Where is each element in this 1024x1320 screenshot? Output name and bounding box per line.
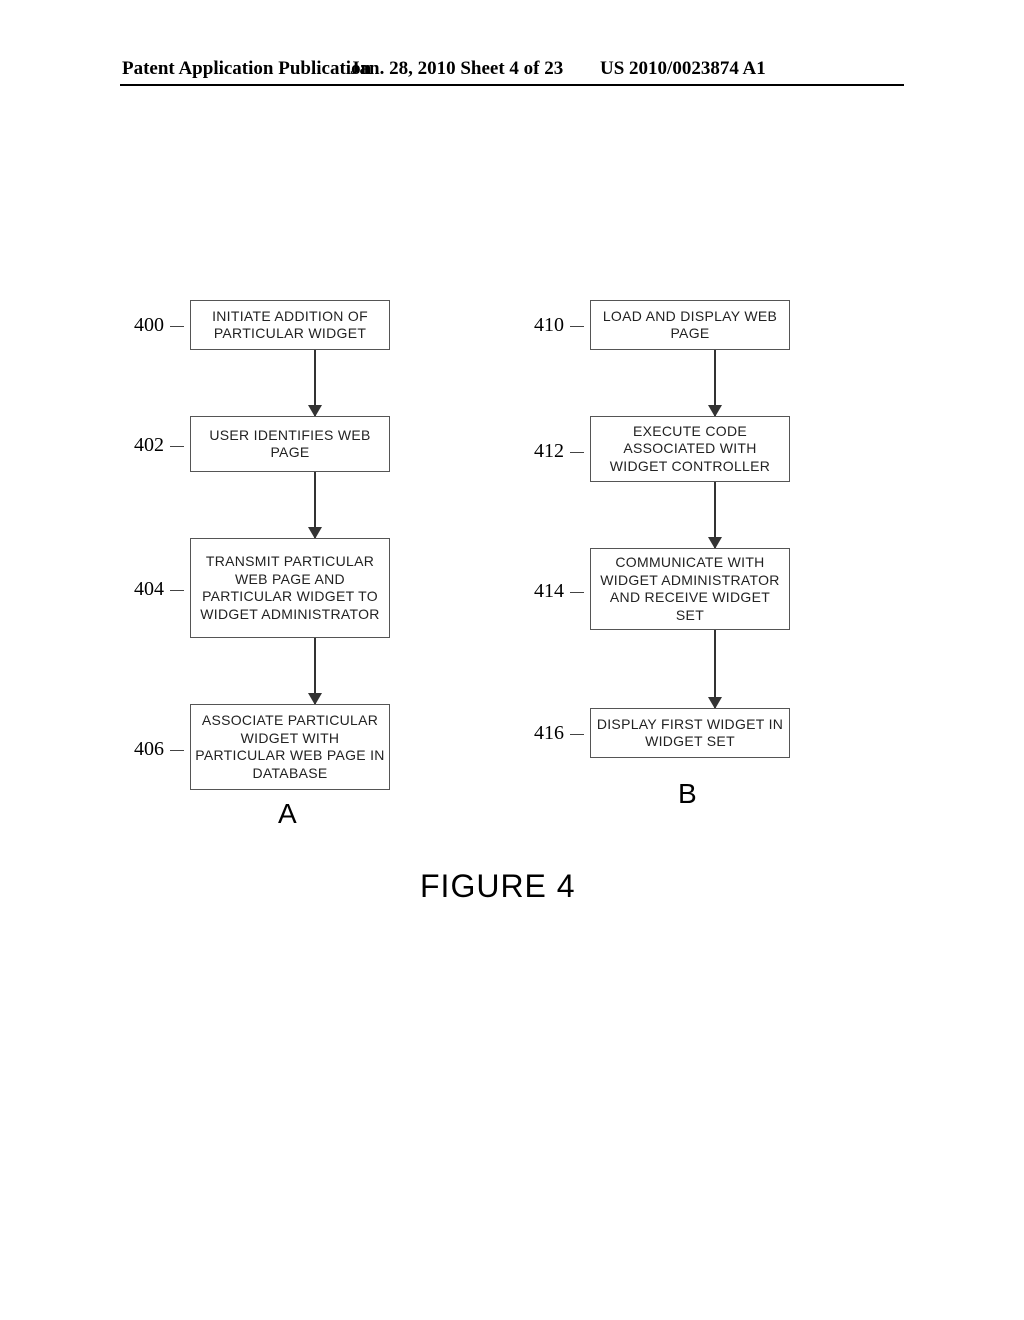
step-ref-404: 404: [134, 578, 164, 601]
flowchart-column-a: 400 INITIATE ADDITION OF PARTICULAR WIDG…: [140, 300, 440, 790]
header-center: Jan. 28, 2010 Sheet 4 of 23: [350, 58, 563, 80]
arrow-down-icon: [314, 350, 316, 416]
flowchart-column-b: 410 LOAD AND DISPLAY WEB PAGE 412 EXECUT…: [540, 300, 840, 758]
step-text: EXECUTE CODE ASSOCIATED WITH WIDGET CONT…: [595, 423, 785, 476]
step-text: INITIATE ADDITION OF PARTICULAR WIDGET: [195, 308, 385, 343]
step-box-410: LOAD AND DISPLAY WEB PAGE: [590, 300, 790, 350]
step-text: COMMUNICATE WITH WIDGET ADMINISTRATOR AN…: [595, 554, 785, 624]
header-rule: [120, 84, 904, 86]
step-text: USER IDENTIFIES WEB PAGE: [195, 427, 385, 462]
ref-tick: [170, 326, 184, 327]
step-box-404: TRANSMIT PARTICULAR WEB PAGE AND PARTICU…: [190, 538, 390, 638]
ref-tick: [170, 446, 184, 447]
column-label-a: A: [278, 798, 297, 830]
header-right: US 2010/0023874 A1: [600, 58, 766, 80]
step-text: ASSOCIATE PARTICULAR WIDGET WITH PARTICU…: [195, 712, 385, 782]
step-ref-402: 402: [134, 434, 164, 457]
step-ref-414: 414: [534, 580, 564, 603]
ref-tick: [170, 590, 184, 591]
step-ref-400: 400: [134, 314, 164, 337]
step-ref-410: 410: [534, 314, 564, 337]
step-box-412: EXECUTE CODE ASSOCIATED WITH WIDGET CONT…: [590, 416, 790, 482]
patent-figure-page: Patent Application Publication Jan. 28, …: [0, 0, 1024, 1320]
header-left: Patent Application Publication: [122, 58, 371, 80]
step-box-400: INITIATE ADDITION OF PARTICULAR WIDGET: [190, 300, 390, 350]
ref-tick: [570, 592, 584, 593]
arrow-down-icon: [714, 482, 716, 548]
step-text: LOAD AND DISPLAY WEB PAGE: [595, 308, 785, 343]
column-label-b: B: [678, 778, 697, 810]
ref-tick: [570, 734, 584, 735]
step-box-416: DISPLAY FIRST WIDGET IN WIDGET SET: [590, 708, 790, 758]
step-ref-412: 412: [534, 440, 564, 463]
step-box-402: USER IDENTIFIES WEB PAGE: [190, 416, 390, 472]
arrow-down-icon: [314, 638, 316, 704]
arrow-down-icon: [314, 472, 316, 538]
ref-tick: [570, 326, 584, 327]
step-ref-406: 406: [134, 738, 164, 761]
arrow-down-icon: [714, 350, 716, 416]
step-text: DISPLAY FIRST WIDGET IN WIDGET SET: [595, 716, 785, 751]
step-box-406: ASSOCIATE PARTICULAR WIDGET WITH PARTICU…: [190, 704, 390, 790]
step-box-414: COMMUNICATE WITH WIDGET ADMINISTRATOR AN…: [590, 548, 790, 630]
figure-caption: FIGURE 4: [420, 868, 576, 905]
ref-tick: [170, 750, 184, 751]
step-text: TRANSMIT PARTICULAR WEB PAGE AND PARTICU…: [195, 553, 385, 623]
step-ref-416: 416: [534, 722, 564, 745]
ref-tick: [570, 452, 584, 453]
arrow-down-icon: [714, 630, 716, 708]
